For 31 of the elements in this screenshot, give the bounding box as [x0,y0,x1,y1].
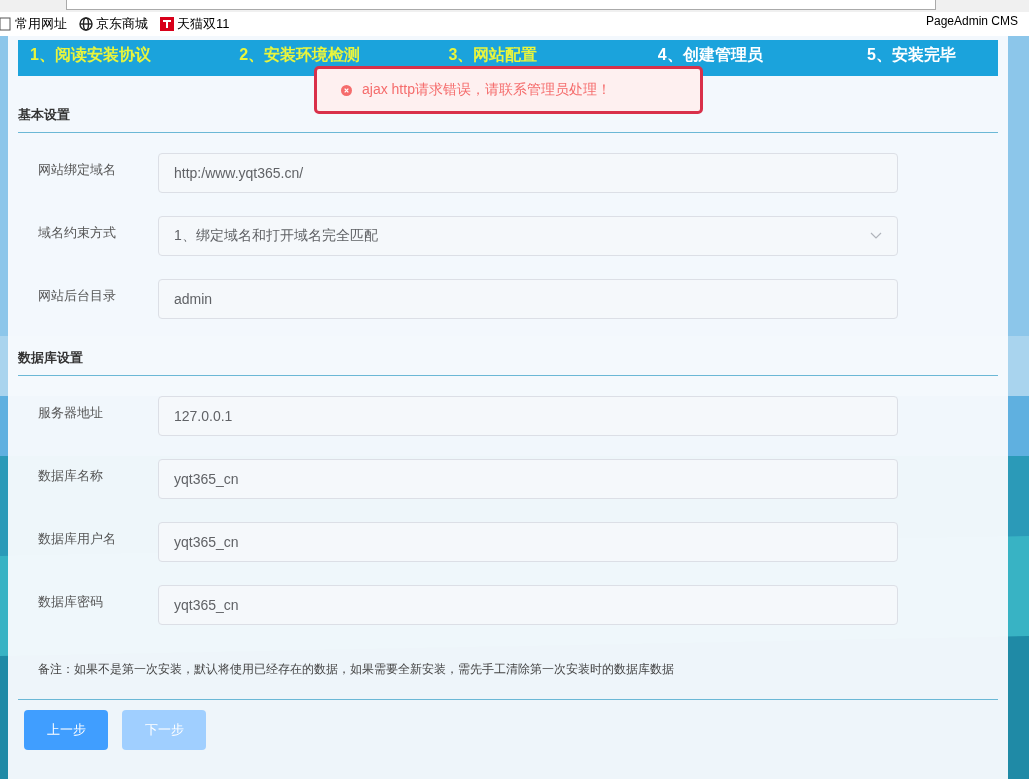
field-label: 数据库密码 [37,593,104,611]
field-label: 网站后台目录 [37,287,117,305]
step-label: 3、网站配置 [448,46,539,64]
section-title: 基本设置 [18,106,70,124]
chevron-icon [870,232,882,240]
input-field[interactable]: admin [158,279,898,319]
field-label: 数据库名称 [37,467,104,485]
field-label: 网站绑定域名 [37,161,117,179]
input-field[interactable]: yqt365_cn [158,459,898,499]
step-label: 2、安装环境检测 [239,46,362,64]
input-field[interactable]: yqt365_cn [158,522,898,562]
note-text: 备注：如果不是第一次安装，默认将使用已经存在的数据，如果需要全新安装，需先手工清除第一次安装时的数据库数据 [37,661,675,678]
input-field[interactable]: http:/www.yqt365.cn/ [158,153,898,193]
input-field[interactable]: yqt365_cn [158,585,898,625]
step-label: 4、创建管理员 [657,46,764,64]
bookmark[interactable]: 天猫双11 [160,15,230,33]
address-bar[interactable] [66,0,936,10]
error-icon [341,84,352,96]
extension-label: PageAdmin CMS [925,14,1018,28]
select-field[interactable]: 1、绑定域名和打开域名完全匹配 [158,216,898,256]
globe-icon [79,17,93,31]
field-label: 数据库用户名 [37,530,117,548]
bookmark[interactable]: 京东商城 [79,15,148,33]
step-label: 1、阅读安装协议 [30,46,152,64]
bookmark[interactable]: 常用网址 [0,15,67,33]
field-label: 服务器地址 [37,404,104,422]
step-label: 5、安装完毕 [867,46,956,64]
section-title: 数据库设置 [18,349,83,367]
toast-message: ajax http请求错误，请联系管理员处理！ [362,81,611,99]
field-label: 域名约束方式 [37,224,117,242]
input-field[interactable]: 127.0.0.1 [158,396,898,436]
